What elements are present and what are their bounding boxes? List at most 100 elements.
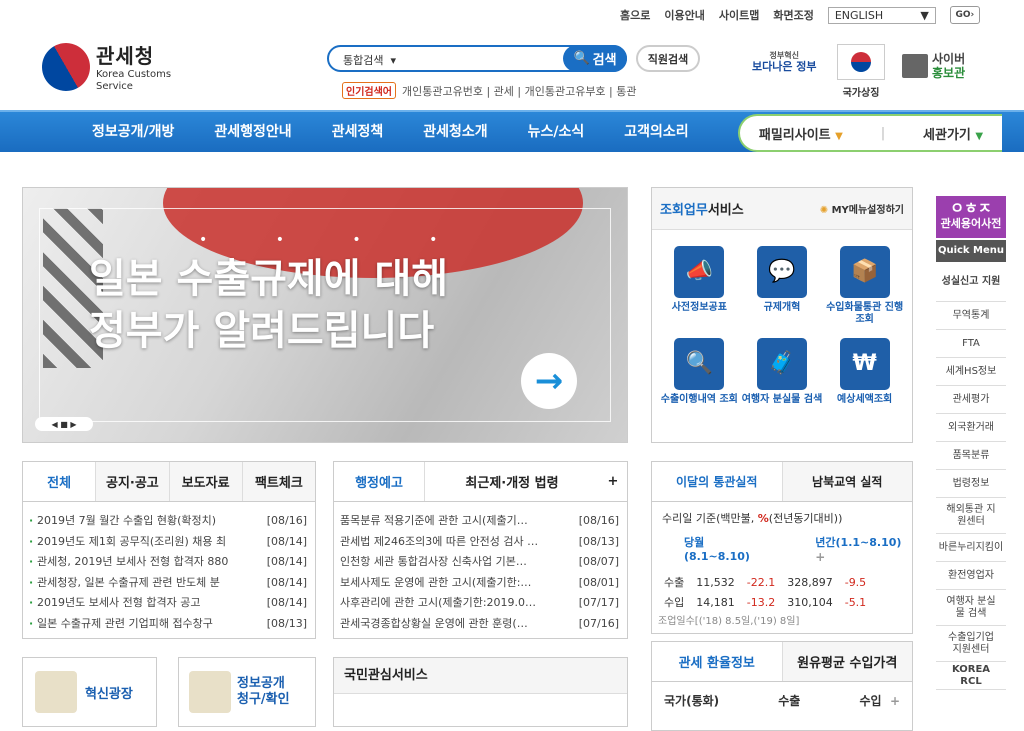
quick-item[interactable]: 세계HS정보 bbox=[936, 358, 1006, 386]
banner-slider-controls[interactable]: ◀ ■ ▶ bbox=[35, 417, 93, 431]
list-item[interactable]: 관세법 제246조의3에 따른 안전성 검사 … [08/13] bbox=[340, 532, 619, 553]
innovation-square-link[interactable]: 혁신광장 bbox=[22, 657, 157, 727]
nav-item-policy[interactable]: 관세정책 bbox=[312, 112, 404, 152]
tab-exchange-rate[interactable]: 관세 환율정보 bbox=[652, 642, 782, 681]
search-icon: 🔍 bbox=[573, 51, 590, 66]
quick-item[interactable]: KOREA RCL bbox=[936, 662, 1006, 690]
nav-item-admin-guide[interactable]: 관세행정안내 bbox=[194, 112, 311, 152]
site-logo[interactable]: 관세청 Korea Customs Service bbox=[33, 33, 172, 100]
col-import: 수입 bbox=[859, 694, 882, 708]
list-item[interactable]: 일본 수출규제 관련 기업피해 접수창구 [08/13] bbox=[29, 614, 307, 635]
working-days-note: 조업일수[('18) 8.5일,('19) 8일] bbox=[658, 616, 800, 627]
list-item[interactable]: 2019년도 제1회 공무직(조리원) 채용 최 [08/14] bbox=[29, 532, 307, 553]
list-item[interactable]: 관세청장, 일본 수출규제 관련 반도체 분 [08/14] bbox=[29, 573, 307, 594]
quick-item[interactable]: 성실신고 지원 bbox=[936, 262, 1006, 302]
list-item[interactable]: 관세청, 2019년 보세사 전형 합격자 880 [08/14] bbox=[29, 552, 307, 573]
period-year-wrap: 년간(1.1~8.10) + bbox=[815, 534, 912, 564]
more-button[interactable]: + bbox=[890, 694, 900, 708]
quick-item[interactable]: 바른누리지킴이 bbox=[936, 534, 1006, 562]
quick-item[interactable]: 해외통관 지원센터 bbox=[936, 498, 1006, 534]
quick-item[interactable]: 환전영업자 bbox=[936, 562, 1006, 590]
quick-item[interactable]: 수출입기업 지원센터 bbox=[936, 626, 1006, 662]
list-item[interactable]: 2019년 7월 월간 수출입 현황(확정치) [08/16] bbox=[29, 511, 307, 532]
tab-all[interactable]: 전체 bbox=[23, 462, 96, 501]
staff-search-button[interactable]: 직원검색 bbox=[636, 45, 700, 72]
go-button[interactable]: GO › bbox=[949, 6, 980, 24]
tab-monthly-clearance[interactable]: 이달의 통관실적 bbox=[652, 462, 782, 501]
quick-menu-title: Quick Menu bbox=[936, 240, 1006, 262]
screen-adjust-link[interactable]: 화면조정 bbox=[773, 7, 813, 23]
list-item[interactable]: 2019년도 보세사 전형 합격자 공고 [08/14] bbox=[29, 593, 307, 614]
basis-end: (전년동기대비)) bbox=[768, 512, 843, 525]
nav-item-about[interactable]: 관세청소개 bbox=[403, 112, 507, 152]
service-item-export-history[interactable]: 🔍 수출이행내역 조회 bbox=[658, 338, 741, 406]
language-select[interactable]: ENGLISH ▼ bbox=[827, 6, 936, 24]
service-item-tax-estimate[interactable]: ₩ 예상세액조회 bbox=[823, 338, 906, 406]
stats-periods: 당월(8.1~8.10) 년간(1.1~8.10) + bbox=[652, 526, 912, 564]
list-item[interactable]: 사후관리에 관한 고시(제출기한:2019.0… [07/17] bbox=[340, 593, 619, 614]
news-panel: 전체 공지·공고 보도자료 팩트체크 2019년 7월 월간 수출입 현황(확정… bbox=[22, 461, 316, 639]
item-title: 관세국경종합상황실 운영에 관한 훈령(… bbox=[340, 616, 528, 630]
gov-line2: 보다나은 정부 bbox=[752, 60, 817, 73]
more-button[interactable]: + bbox=[815, 550, 825, 564]
gov-innovation-banner[interactable]: 정부혁신 보다나은 정부 bbox=[752, 50, 817, 72]
guide-link[interactable]: 이용안내 bbox=[664, 7, 704, 23]
main-nav: 정보공개/개방 관세행정안내 관세정책 관세청소개 뉴스/소식 고객의소리 패밀… bbox=[0, 110, 1024, 152]
sitemap-link[interactable]: 사이트맵 bbox=[719, 7, 759, 23]
quick-item[interactable]: FTA bbox=[936, 330, 1006, 358]
pr-line1: 사이버 bbox=[932, 52, 966, 66]
family-site-dropdown[interactable]: 패밀리사이트 ▼ bbox=[759, 124, 843, 143]
my-menu-settings-link[interactable]: ✺ MY메뉴설정하기 bbox=[820, 201, 904, 216]
nav-item-customer-voice[interactable]: 고객의소리 bbox=[604, 112, 708, 152]
tab-press[interactable]: 보도자료 bbox=[168, 462, 242, 501]
quick-item[interactable]: 외국환거래 bbox=[936, 414, 1006, 442]
tab-recent-laws[interactable]: 최근제·개정 법령 bbox=[424, 462, 599, 501]
tab-crude-oil-price[interactable]: 원유평균 수입가격 bbox=[781, 642, 912, 681]
magnifier-icon: 🔍 bbox=[674, 338, 725, 390]
quick-item[interactable]: 품목분류 bbox=[936, 442, 1006, 470]
list-item[interactable]: 인천항 세관 통합검사장 신축사업 기본… [08/07] bbox=[340, 552, 619, 573]
search-scope-select[interactable]: 통합검색 ▾ bbox=[343, 52, 396, 68]
list-item[interactable]: 품목분류 적용기준에 관한 고시(제출기… [08/16] bbox=[340, 511, 619, 532]
info-disclosure-link[interactable]: 정보공개 청구/확인 bbox=[178, 657, 316, 727]
main-banner[interactable]: • • • • 일본 수출규제에 대해 정부가 알려드립니다 → ◀ ■ ▶ bbox=[22, 187, 628, 443]
tab-factcheck[interactable]: 팩트체크 bbox=[241, 462, 315, 501]
more-button[interactable]: + bbox=[599, 462, 627, 501]
cyber-pr-link[interactable]: 사이버 홍보관 bbox=[902, 52, 965, 80]
won-coin-icon: ₩ bbox=[839, 338, 890, 390]
service-item-regulation-reform[interactable]: 💬 규제개혁 bbox=[741, 246, 824, 326]
item-title: 사후관리에 관한 고시(제출기한:2019.0… bbox=[340, 596, 537, 609]
service-item-import-cargo[interactable]: 📦 수입화물통관 진행조회 bbox=[823, 246, 906, 326]
home-link[interactable]: 홈으로 bbox=[620, 7, 650, 23]
my-menu-label: MY메뉴설정하기 bbox=[831, 205, 904, 216]
logo-english-1: Korea Customs bbox=[96, 69, 172, 80]
period-year: 년간(1.1~8.10) bbox=[815, 536, 902, 549]
tab-notices[interactable]: 공지·공고 bbox=[95, 462, 169, 501]
quick-menu: ㅇㅎㅈ 관세용어사전 Quick Menu 성실신고 지원 무역통계 FTA 세계… bbox=[936, 196, 1006, 690]
popular-keyword-list[interactable]: 개인통관고유번호 | 관세 | 개인통관고유부호 | 통관 bbox=[402, 83, 637, 99]
customs-dictionary-link[interactable]: ㅇㅎㅈ 관세용어사전 bbox=[936, 196, 1006, 238]
service-item-lost-items[interactable]: 🧳 여행자 분실물 검색 bbox=[741, 338, 824, 406]
search-button[interactable]: 🔍 검색 bbox=[563, 45, 627, 72]
month-value: 14,181 bbox=[696, 595, 735, 609]
banner-dots: • • • • bbox=[199, 232, 470, 248]
quick-item[interactable]: 관세평가 bbox=[936, 386, 1006, 414]
quick-item[interactable]: 여행자 분실물 검색 bbox=[936, 590, 1006, 626]
speech-bubble-icon: 💬 bbox=[756, 246, 807, 298]
tab-admin-notice[interactable]: 행정예고 bbox=[334, 462, 424, 501]
service-item-pre-disclosure[interactable]: 📣 사전정보공표 bbox=[658, 246, 741, 326]
nav-item-news[interactable]: 뉴스/소식 bbox=[508, 112, 605, 152]
arrow-right-icon[interactable]: → bbox=[521, 353, 577, 409]
logo-english-2: Service bbox=[96, 81, 133, 92]
chevron-down-icon: ▼ bbox=[920, 8, 929, 22]
item-date: [08/13] bbox=[578, 534, 619, 548]
quick-item[interactable]: 법령정보 bbox=[936, 470, 1006, 498]
visit-customs-dropdown[interactable]: 세관가기 ▼ bbox=[923, 124, 983, 143]
list-item[interactable]: 관세국경종합상황실 운영에 관한 훈령(… [07/16] bbox=[340, 614, 619, 635]
nav-item-open-info[interactable]: 정보공개/개방 bbox=[72, 112, 194, 152]
quick-item[interactable]: 무역통계 bbox=[936, 302, 1006, 330]
tab-inter-korean-trade[interactable]: 남북교역 실적 bbox=[781, 462, 912, 501]
search-box[interactable]: 통합검색 ▾ 🔍 검색 bbox=[327, 45, 627, 72]
national-symbol-link[interactable]: 국가상징 bbox=[836, 44, 886, 99]
list-item[interactable]: 보세사제도 운영에 관한 고시(제출기한:… [08/01] bbox=[340, 573, 619, 594]
